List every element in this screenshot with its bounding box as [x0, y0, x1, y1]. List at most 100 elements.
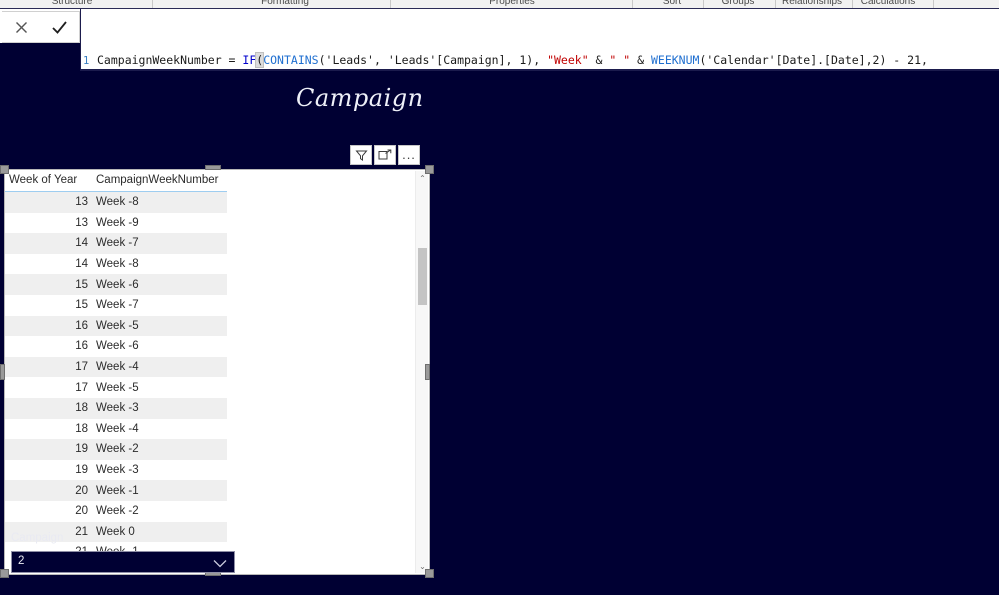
table-row[interactable]: 18 Week -4 [5, 419, 227, 440]
column-header-week-of-year[interactable]: Week of Year [5, 170, 92, 192]
resize-handle-top-left[interactable] [0, 165, 9, 174]
table-row[interactable]: 14 Week -7 [5, 233, 227, 254]
resize-handle-top-center[interactable] [205, 165, 221, 170]
power-bi-report-window: Structure Formatting Properties Sort Groups R… [0, 0, 999, 595]
cell-campaign-week-number: Week -8 [92, 191, 227, 213]
cell-week-of-year: 14 [75, 258, 88, 271]
table-scroll-region: Week of Year CampaignWeekNumber 13 Week -… [5, 170, 417, 574]
table-row[interactable]: 19 Week -2 [5, 439, 227, 460]
slicer-selected-value: 2 [18, 555, 25, 567]
ribbon-group-properties: Properties [489, 0, 535, 7]
table-row[interactable]: 13 Week -8 [5, 191, 227, 213]
filter-icon[interactable] [350, 145, 372, 165]
ribbon-group-calculations: Calculations [860, 0, 916, 7]
formula-bar-buttons [2, 11, 80, 43]
slicer-dropdown[interactable]: 2 [11, 551, 235, 573]
visual-header-toolbar: ... [350, 145, 420, 165]
cell-campaign-week-number: Week -5 [96, 381, 139, 394]
table-row[interactable]: 15 Week -6 [5, 274, 227, 295]
code-line-1: 1 CampaignWeekNumber = IF(CONTAINS('Leads… [83, 51, 999, 69]
concat-op-1a: & [588, 53, 610, 67]
resize-handle-top-right[interactable] [425, 165, 434, 174]
cell-campaign-week-number: Week -3 [96, 464, 139, 477]
line-number-1: 1 [83, 55, 90, 67]
cell-week-of-year: 17 [75, 381, 88, 394]
cell-week-of-year: 16 [5, 315, 92, 337]
cell-campaign-week-number: Week -8 [96, 258, 139, 271]
cell-week-of-year: 18 [5, 397, 92, 419]
scrollbar-thumb[interactable] [418, 248, 427, 305]
cell-campaign-week-number: Week -1 [92, 480, 227, 501]
table-row[interactable]: 13 Week -9 [5, 213, 227, 234]
cell-campaign-week-number: Week -6 [92, 274, 227, 295]
dax-expression-editor[interactable]: 1 CampaignWeekNumber = IF(CONTAINS('Leads… [83, 13, 999, 69]
cell-week-of-year: 20 [5, 480, 92, 501]
measure-assignment: CampaignWeekNumber = [97, 53, 243, 67]
table-row[interactable]: 19 Week -3 [5, 460, 227, 481]
cell-week-of-year: 18 [75, 422, 88, 435]
table-row[interactable]: 17 Week -5 [5, 377, 227, 398]
chevron-down-icon[interactable] [213, 556, 227, 574]
table-row[interactable]: 18 Week -3 [5, 397, 227, 419]
data-table: Week of Year CampaignWeekNumber 13 Week -… [5, 170, 227, 563]
table-row[interactable]: 15 Week -7 [5, 295, 227, 316]
cell-week-of-year: 19 [75, 464, 88, 477]
dax-formula-bar[interactable]: 1 CampaignWeekNumber = IF(CONTAINS('Leads… [0, 9, 999, 71]
ribbon-group-structure: Structure [51, 0, 93, 7]
resize-handle-bottom-right[interactable] [425, 569, 434, 578]
cell-campaign-week-number: Week -2 [92, 439, 227, 460]
table-row[interactable]: 16 Week -6 [5, 336, 227, 357]
campaign-slicer[interactable]: Campaign 2 [8, 532, 240, 590]
function-weeknum-1: WEEKNUM [650, 53, 700, 67]
cell-campaign-week-number: Week -4 [96, 422, 139, 435]
concat-op-1b: & [630, 53, 651, 67]
table-body: 13 Week -8 13 Week -9 14 Week -7 14 Week -8 15 We… [5, 191, 227, 563]
table-row[interactable]: 14 Week -8 [5, 254, 227, 275]
cell-week-of-year: 19 [5, 439, 92, 460]
more-options-label: ... [402, 147, 416, 162]
keyword-if-1: IF [242, 53, 257, 67]
ribbon-group-groups: Groups [721, 0, 755, 7]
string-week-1: "Week" [547, 53, 589, 67]
cell-campaign-week-number: Week -6 [96, 340, 139, 353]
contains-args-1: ('Leads', 'Leads'[Campaign], 1), [318, 53, 548, 67]
ribbon-group-formatting: Formatting [261, 0, 309, 7]
table-row[interactable]: 17 Week -4 [5, 356, 227, 378]
cell-week-of-year: 15 [5, 274, 92, 295]
more-options-icon[interactable]: ... [398, 145, 420, 165]
formula-bar-divider [80, 9, 81, 71]
report-canvas[interactable]: Campaign ... Week of Year CampaignWeekNu… [0, 71, 999, 595]
cell-campaign-week-number: Week -3 [92, 397, 227, 419]
cell-week-of-year: 17 [5, 356, 92, 378]
page-title: Campaign [296, 84, 424, 112]
cell-week-of-year: 20 [75, 505, 88, 518]
cell-week-of-year: 13 [75, 216, 88, 229]
column-header-campaign-week-number[interactable]: CampaignWeekNumber [92, 170, 227, 192]
cell-week-of-year: 15 [75, 299, 88, 312]
cell-campaign-week-number: Week -9 [96, 216, 139, 229]
checkmark-icon[interactable] [47, 14, 73, 40]
resize-handle-middle-left[interactable] [0, 364, 5, 380]
ribbon-group-sort: Sort [662, 0, 682, 7]
focus-mode-icon[interactable] [374, 145, 396, 165]
string-space-1: " " [609, 53, 631, 67]
ribbon-group-relationships: Relationships [781, 0, 843, 7]
cell-campaign-week-number: Week -7 [92, 233, 227, 254]
formula-bar-gutter-fill [0, 43, 80, 71]
cell-week-of-year: 16 [75, 340, 88, 353]
table-row[interactable]: 16 Week -5 [5, 315, 227, 337]
cell-week-of-year: 13 [5, 191, 92, 213]
cell-campaign-week-number: Week -2 [96, 505, 139, 518]
cell-campaign-week-number: Week -4 [92, 356, 227, 378]
table-row[interactable]: 20 Week -1 [5, 480, 227, 501]
table-visual[interactable]: Week of Year CampaignWeekNumber 13 Week -… [4, 169, 430, 575]
cell-campaign-week-number: Week -5 [92, 315, 227, 337]
cell-week-of-year: 14 [5, 233, 92, 254]
weeknum-args-1: ('Calendar'[Date].[Date],2) - 21, [699, 53, 928, 67]
table-header-row: Week of Year CampaignWeekNumber [5, 170, 227, 192]
close-icon[interactable] [8, 14, 34, 40]
slicer-label: Campaign [11, 532, 64, 544]
cell-campaign-week-number: Week -7 [96, 299, 139, 312]
resize-handle-middle-right[interactable] [425, 364, 430, 380]
table-row[interactable]: 20 Week -2 [5, 501, 227, 522]
